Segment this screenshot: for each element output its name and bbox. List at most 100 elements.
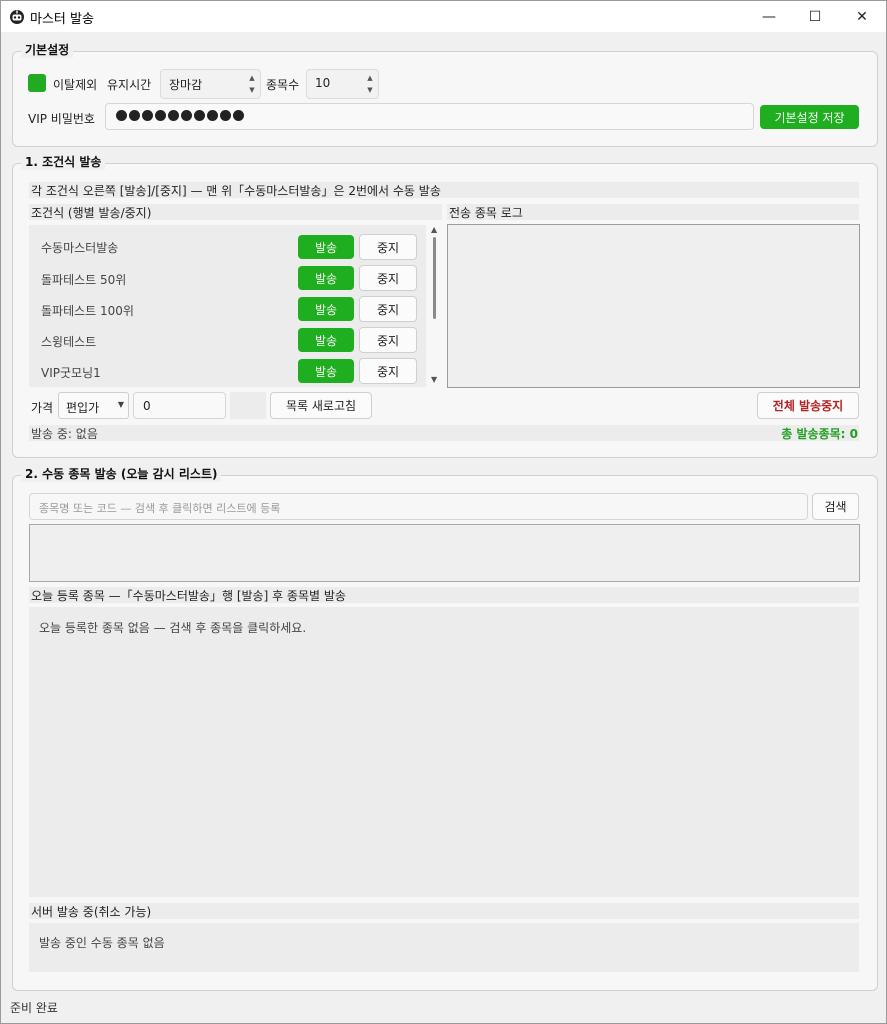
maximize-icon: ☐ xyxy=(808,8,822,25)
hold-time-label: 유지시간 xyxy=(107,78,152,92)
condition-send-button[interactable]: 발송 xyxy=(298,266,354,290)
vip-password-label: VIP 비밀번호 xyxy=(28,112,95,126)
save-settings-label: 기본설정 저장 xyxy=(774,110,845,125)
condition-stop-button[interactable]: 중지 xyxy=(359,296,417,322)
password-dot xyxy=(129,110,140,121)
scroll-thumb[interactable] xyxy=(433,237,436,319)
log-header-band: 전송 종목 로그 xyxy=(447,204,859,220)
close-button[interactable]: ✕ xyxy=(839,1,885,32)
password-dots xyxy=(116,110,246,124)
status-bar-text: 준비 완료 xyxy=(10,1001,58,1015)
server-list: 발송 중인 수동 종목 없음 xyxy=(29,923,859,972)
today-empty-text: 오늘 등록한 종목 없음 — 검색 후 종목을 클릭하세요. xyxy=(39,621,307,635)
minimize-button[interactable]: — xyxy=(746,1,792,32)
count-value: 10 xyxy=(315,76,331,90)
server-header: 서버 발송 중(취소 가능) xyxy=(31,905,152,919)
title-bar: 마스터 발송 — ☐ ✕ xyxy=(1,1,886,32)
search-label: 검색 xyxy=(824,500,847,514)
send-label: 발송 xyxy=(314,271,338,286)
send-label: 발송 xyxy=(314,333,338,348)
scroll-down-icon[interactable]: ▼ xyxy=(431,375,437,384)
condition-send-button[interactable]: 발송 xyxy=(298,359,354,383)
robot-icon xyxy=(10,10,24,24)
condition-stop-button[interactable]: 중지 xyxy=(359,358,417,384)
server-empty-text: 발송 중인 수동 종목 없음 xyxy=(39,936,165,950)
search-button[interactable]: 검색 xyxy=(812,493,859,520)
price-spacer xyxy=(230,392,266,419)
send-label: 발송 xyxy=(314,240,338,255)
password-dot xyxy=(155,110,166,121)
password-dot xyxy=(233,110,244,121)
log-header: 전송 종목 로그 xyxy=(449,206,523,220)
sending-status: 발송 중: 없음 xyxy=(31,427,98,441)
today-list: 오늘 등록한 종목 없음 — 검색 후 종목을 클릭하세요. xyxy=(29,607,859,897)
password-dot xyxy=(207,110,218,121)
conditions-info: 각 조건식 오른쪽 [발송]/[중지] — 맨 위「수동마스터발송」은 2번에서… xyxy=(31,184,441,198)
price-label: 가격 xyxy=(31,401,54,415)
refresh-list-label: 목록 새로고침 xyxy=(285,399,357,413)
condition-label: 돌파테스트 50위 xyxy=(41,273,127,287)
stop-all-label: 전체 발송중지 xyxy=(772,399,844,413)
condition-label: 수동마스터발송 xyxy=(41,241,119,255)
basic-settings-title: 기본설정 xyxy=(21,41,74,58)
price-value-field[interactable]: 0 xyxy=(133,392,226,419)
vip-password-field[interactable] xyxy=(105,103,754,130)
password-dot xyxy=(168,110,179,121)
conditions-info-band: 각 조건식 오른쪽 [발송]/[중지] — 맨 위「수동마스터발송」은 2번에서… xyxy=(29,182,859,198)
send-log-box[interactable] xyxy=(447,224,860,388)
stock-search-input[interactable]: 종목명 또는 코드 — 검색 후 클릭하면 리스트에 등록 xyxy=(29,493,808,520)
conditions-title: 1. 조건식 발송 xyxy=(21,153,106,170)
stop-label: 중지 xyxy=(376,240,400,255)
close-icon: ✕ xyxy=(856,8,868,25)
password-dot xyxy=(116,110,127,121)
server-header-band: 서버 발송 중(취소 가능) xyxy=(29,903,859,919)
save-settings-button[interactable]: 기본설정 저장 xyxy=(760,105,859,129)
spin-arrows-icon[interactable]: ▲ ▼ xyxy=(365,72,375,98)
window-title: 마스터 발송 xyxy=(30,12,94,27)
price-value: 0 xyxy=(143,399,151,413)
condition-send-button[interactable]: 발송 xyxy=(298,235,354,259)
hold-time-value: 장마감 xyxy=(169,78,203,92)
today-header-band: 오늘 등록 종목 —「수동마스터발송」행 [발송] 후 종목별 발송 xyxy=(29,587,859,603)
stock-search-placeholder: 종목명 또는 코드 — 검색 후 클릭하면 리스트에 등록 xyxy=(39,502,281,515)
conditions-list-header-band: 조건식 (행별 발송/중지) xyxy=(29,204,442,220)
hold-time-spinbox[interactable]: 장마감 ▲ ▼ xyxy=(160,69,261,99)
condition-send-button[interactable]: 발송 xyxy=(298,328,354,352)
send-label: 발송 xyxy=(314,302,338,317)
minimize-icon: — xyxy=(762,8,776,25)
stop-label: 중지 xyxy=(376,333,400,348)
manual-title: 2. 수동 종목 발송 (오늘 감시 리스트) xyxy=(21,465,222,482)
password-dot xyxy=(220,110,231,121)
condition-stop-button[interactable]: 중지 xyxy=(359,327,417,353)
refresh-list-button[interactable]: 목록 새로고침 xyxy=(270,392,372,419)
maximize-button[interactable]: ☐ xyxy=(792,1,838,32)
stop-label: 중지 xyxy=(376,302,400,317)
condition-label: 스윙테스트 xyxy=(41,335,97,349)
spin-arrows-icon[interactable]: ▲ ▼ xyxy=(247,72,257,98)
condition-send-button[interactable]: 발송 xyxy=(298,297,354,321)
condition-stop-button[interactable]: 중지 xyxy=(359,234,417,260)
count-spinbox[interactable]: 10 ▲ ▼ xyxy=(306,69,379,99)
conditions-scrollbar[interactable]: ▲ ▼ xyxy=(428,225,442,387)
stop-label: 중지 xyxy=(376,271,400,286)
scroll-up-icon[interactable]: ▲ xyxy=(431,225,437,234)
send-label: 발송 xyxy=(314,364,338,379)
condition-label: VIP굿모닝1 xyxy=(41,366,101,380)
price-type-value: 편입가 xyxy=(66,401,100,415)
condition-label: 돌파테스트 100위 xyxy=(41,304,134,318)
today-header: 오늘 등록 종목 —「수동마스터발송」행 [발송] 후 종목별 발송 xyxy=(31,589,346,603)
basic-settings-group xyxy=(12,51,878,147)
condition-stop-button[interactable]: 중지 xyxy=(359,265,417,291)
exclude-checkbox[interactable] xyxy=(28,74,46,92)
total-sent: 총 발송종목: 0 xyxy=(781,427,858,441)
main-window: 마스터 발송 — ☐ ✕ 기본설정 이탈제외 유지시간 장마감 ▲ ▼ 종목수 1… xyxy=(0,0,887,1024)
status-band: 발송 중: 없음 총 발송종목: 0 xyxy=(29,425,859,441)
chevron-down-icon: ▼ xyxy=(117,400,124,409)
count-label: 종목수 xyxy=(266,78,300,92)
stop-all-button[interactable]: 전체 발송중지 xyxy=(757,392,859,419)
password-dot xyxy=(194,110,205,121)
password-dot xyxy=(142,110,153,121)
price-type-select[interactable]: 편입가 ▼ xyxy=(58,392,129,419)
conditions-list-header: 조건식 (행별 발송/중지) xyxy=(31,206,152,220)
search-results-box[interactable] xyxy=(29,524,860,582)
